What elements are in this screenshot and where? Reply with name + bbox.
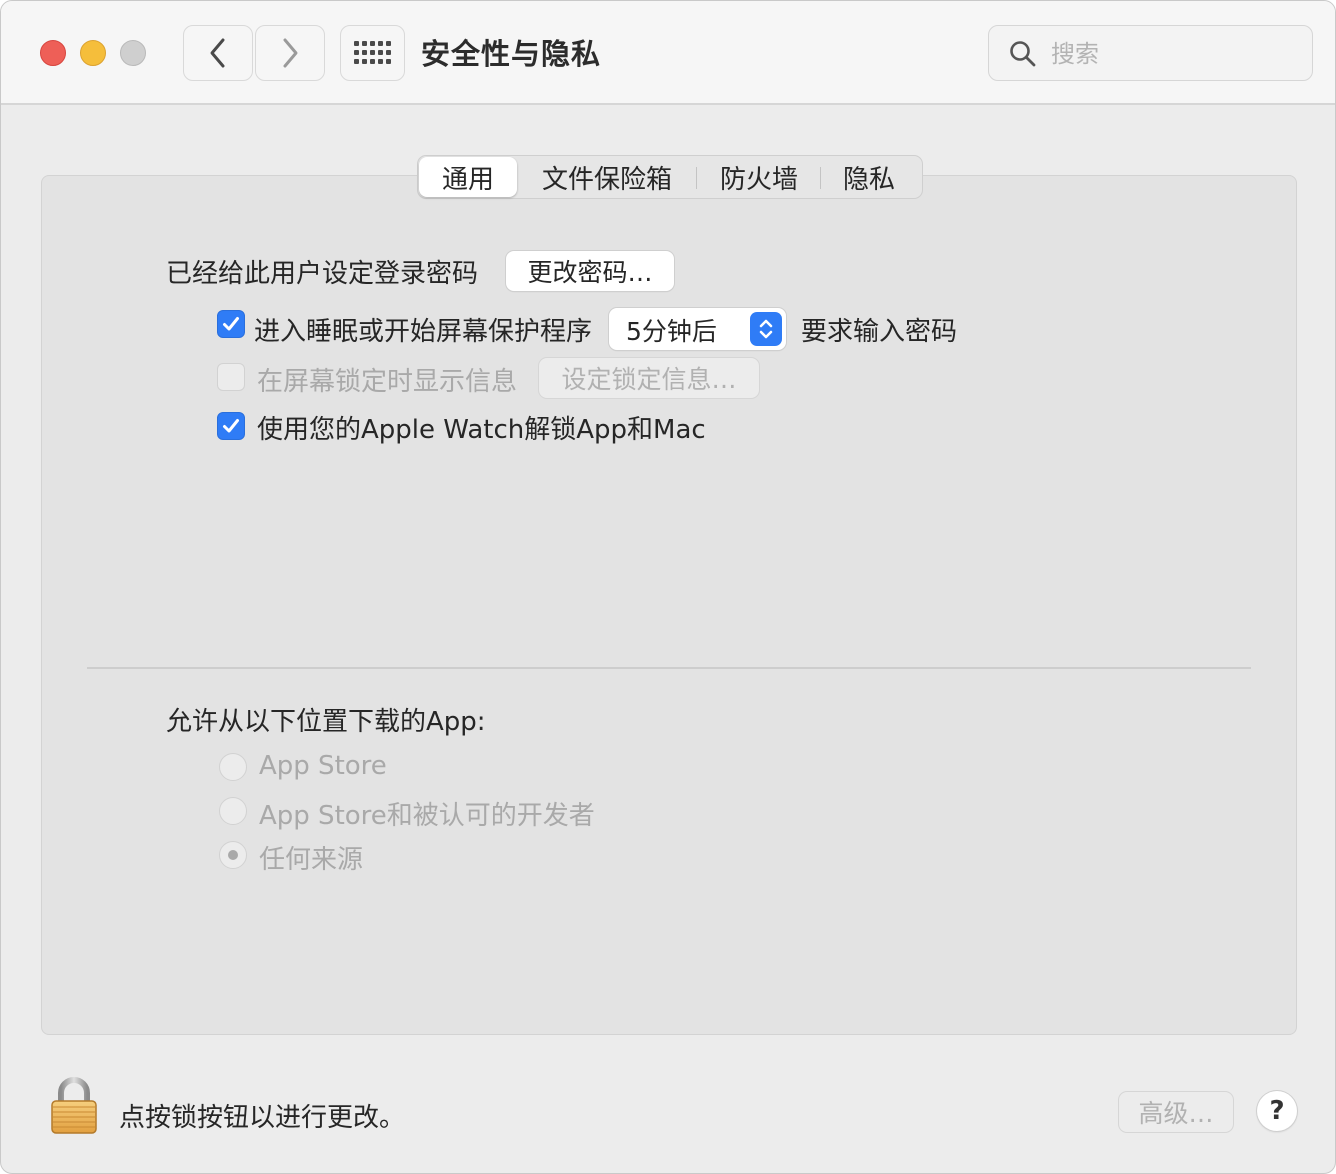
radio-app-store-label: App Store [259,751,387,781]
chevron-left-icon [210,38,225,68]
toolbar: 安全性与隐私 [1,1,1335,105]
lock-hint-text: 点按锁按钮以进行更改。 [119,1103,406,1133]
preferences-window: 安全性与隐私 通用 文件保险箱 防火墙 隐私 已经给此用户设定登录密码 更改密码… [0,0,1336,1174]
require-password-suffix: 要求输入密码 [801,317,958,347]
downloads-title: 允许从以下位置下载的App: [166,707,486,737]
apple-watch-label: 使用您的Apple Watch解锁App和Mac [257,415,706,445]
radio-identified-developers[interactable] [219,797,247,825]
password-delay-popup[interactable]: 5分钟后 [609,308,786,350]
radio-app-store[interactable] [219,753,247,781]
advanced-button[interactable]: 高级… [1119,1092,1233,1132]
window-title: 安全性与隐私 [421,37,602,71]
tab-privacy[interactable]: 隐私 [822,156,916,198]
radio-selected-dot [228,850,238,860]
search-icon [1010,41,1036,67]
tab-separator [696,167,697,189]
show-all-button[interactable] [340,25,405,81]
section-divider [87,667,1251,669]
change-password-button[interactable]: 更改密码… [506,251,674,291]
help-button[interactable]: ? [1257,1091,1297,1131]
back-button[interactable] [183,25,253,81]
tab-general[interactable]: 通用 [419,157,517,197]
checkmark-icon [223,317,239,331]
radio-identified-developers-label: App Store和被认可的开发者 [259,801,595,831]
tab-separator [820,167,821,189]
chevron-right-icon [283,38,298,68]
lock-button[interactable] [49,1077,99,1139]
lock-icon [51,1077,97,1134]
tab-bar: 通用 文件保险箱 防火墙 隐私 [417,155,923,199]
lock-message-label: 在屏幕锁定时显示信息 [257,367,518,397]
require-password-label: 进入睡眠或开始屏幕保护程序 [254,317,593,347]
zoom-button[interactable] [120,40,146,66]
popup-stepper [750,312,782,346]
require-password-checkbox[interactable] [217,310,245,338]
search-input[interactable] [1049,36,1293,72]
tab-filevault[interactable]: 文件保险箱 [522,156,692,198]
password-set-label: 已经给此用户设定登录密码 [166,259,479,289]
radio-anywhere[interactable] [219,841,247,869]
set-lock-message-button[interactable]: 设定锁定信息… [539,358,759,398]
radio-anywhere-label: 任何来源 [259,845,364,875]
lock-message-checkbox[interactable] [217,363,245,391]
up-down-chevron-icon [759,319,773,339]
search-field[interactable] [988,25,1313,81]
minimize-button[interactable] [80,40,106,66]
grid-icon [353,41,391,64]
password-delay-value: 5分钟后 [626,317,717,346]
apple-watch-checkbox[interactable] [217,412,245,440]
checkmark-icon [223,419,239,433]
close-button[interactable] [40,40,66,66]
tab-firewall[interactable]: 防火墙 [700,156,818,198]
forward-button[interactable] [255,25,325,81]
content-panel [41,175,1297,1035]
